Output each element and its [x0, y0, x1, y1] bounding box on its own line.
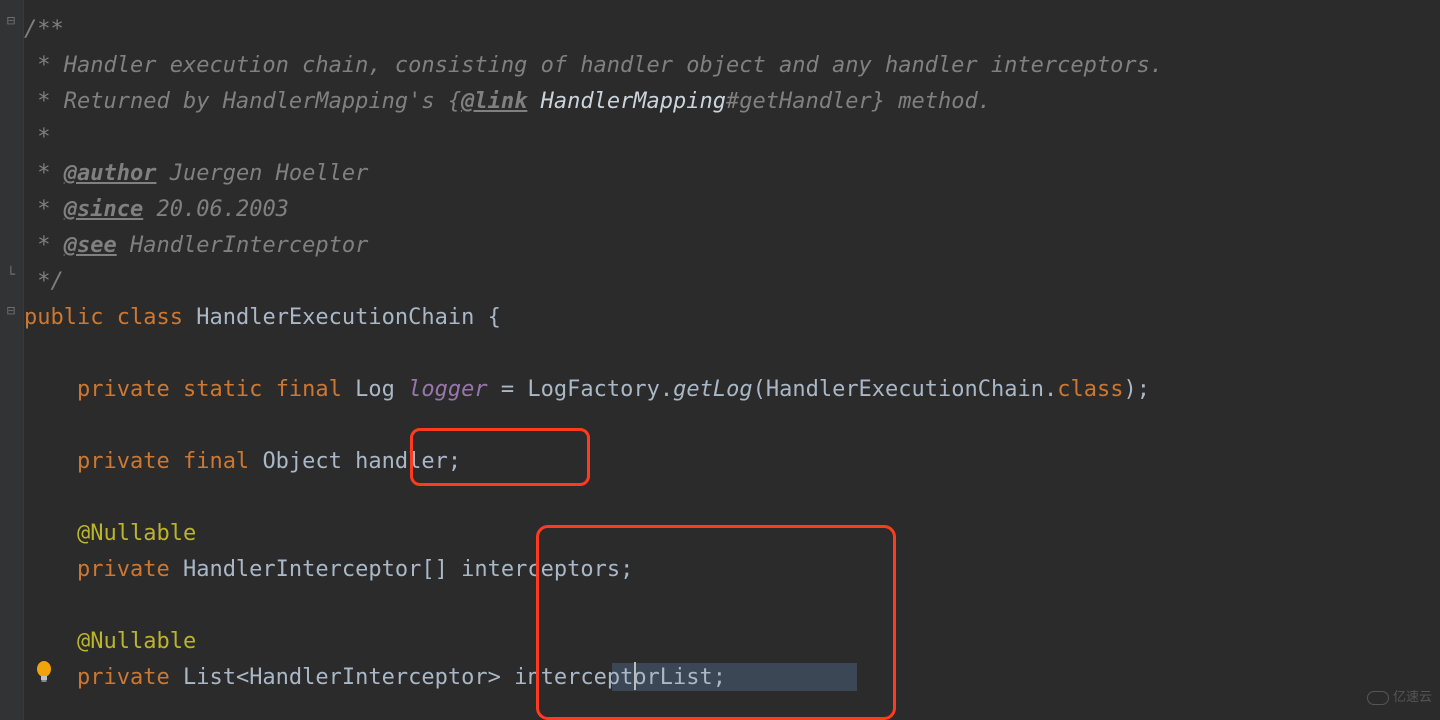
javadoc-blank: *	[24, 125, 51, 150]
fold-end-icon[interactable]: └	[4, 268, 18, 282]
field-logger: private static final Log logger = LogFac…	[24, 377, 1150, 402]
field-handler: private final Object handler;	[24, 449, 461, 474]
watermark-text: 亿速云	[1393, 690, 1432, 705]
code-editor-content[interactable]: /** * Handler execution chain, consistin…	[24, 12, 1163, 696]
javadoc-since: * @since 20.06.2003	[24, 197, 289, 222]
annotation-nullable: @Nullable	[24, 521, 196, 546]
class-declaration: public class HandlerExecutionChain {	[24, 305, 501, 330]
fold-collapse-icon[interactable]: ⊟	[4, 14, 18, 28]
javadoc-open: /**	[24, 17, 64, 42]
watermark-logo: 亿速云	[1367, 680, 1432, 716]
javadoc-line: * Returned by HandlerMapping's {@link Ha…	[24, 89, 991, 114]
editor-gutter: ⊟ └ ⊟	[0, 0, 24, 720]
text-caret	[634, 662, 636, 690]
field-interceptor-list: private List<HandlerInterceptor> interce…	[24, 665, 726, 690]
javadoc-see: * @see HandlerInterceptor	[24, 233, 368, 258]
annotation-nullable: @Nullable	[24, 629, 196, 654]
javadoc-line: * Handler execution chain, consisting of…	[24, 53, 1163, 78]
javadoc-author: * @author Juergen Hoeller	[24, 161, 368, 186]
field-interceptors: private HandlerInterceptor[] interceptor…	[24, 557, 633, 582]
javadoc-close: */	[24, 269, 64, 294]
fold-collapse-icon[interactable]: ⊟	[4, 304, 18, 318]
intention-bulb-icon[interactable]	[34, 660, 54, 684]
